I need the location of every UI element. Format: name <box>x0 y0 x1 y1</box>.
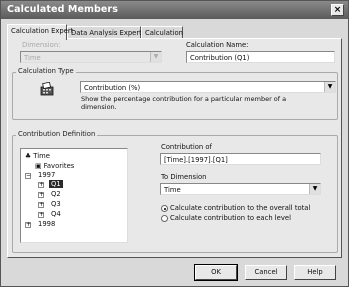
each-level-radio[interactable] <box>161 215 168 222</box>
calculation-type-value: Contribution (%) <box>84 84 141 92</box>
chevron-down-icon: ▼ <box>309 184 320 194</box>
tree-item-label: Time <box>33 152 50 160</box>
dialog-title: Calculated Members <box>7 4 118 15</box>
calculation-name-input[interactable]: Contribution (Q1) <box>186 51 335 63</box>
to-dimension-label: To Dimension <box>161 173 207 181</box>
close-button[interactable]: × <box>331 4 344 16</box>
tree-item-1998[interactable]: 1998 <box>38 220 55 228</box>
overall-total-radio[interactable] <box>161 205 168 212</box>
expand-icon[interactable]: + <box>38 182 44 188</box>
tree-item-label: Q1 <box>49 180 63 188</box>
tree-item-label: Favorites <box>43 162 75 170</box>
expand-icon[interactable]: + <box>38 192 44 198</box>
calculation-name-value: Contribution (Q1) <box>190 54 250 62</box>
expand-icon[interactable]: + <box>38 212 44 218</box>
to-dimension-value: Time <box>164 186 181 194</box>
tree-item-q1[interactable]: Q1 <box>49 180 63 188</box>
tree-item-label: 1998 <box>38 220 56 228</box>
chevron-down-icon: ▼ <box>324 82 335 92</box>
contribution-of-input[interactable]: [Time].[1997].[Q1] <box>160 153 321 165</box>
each-level-label: Calculate contribution to each level <box>170 214 291 222</box>
tab-calculation-expert[interactable]: Calculation Expert <box>7 24 73 40</box>
tree-item-label: Q3 <box>51 200 61 208</box>
folder-icon: ▣ <box>35 162 42 170</box>
calculation-type-description: Show the percentage contribution for a p… <box>81 95 287 111</box>
tree-item-label: Q4 <box>51 210 61 218</box>
tree-item-q3[interactable]: Q3 <box>51 200 61 208</box>
calculation-type-group-label: Calculation Type <box>16 67 76 75</box>
dimension-value: Time <box>24 54 41 62</box>
ok-button[interactable]: OK <box>194 264 238 281</box>
calculation-expert-panel: Dimension: Time ▼ Calculation Name: Cont… <box>7 38 342 258</box>
hierarchy-icon: ♣ <box>25 152 32 160</box>
dimension-dropdown[interactable]: Time ▼ <box>20 51 162 63</box>
expand-icon[interactable]: + <box>38 202 44 208</box>
tree-item-favorites[interactable]: ▣ Favorites <box>35 162 74 170</box>
tree-item-q2[interactable]: Q2 <box>51 190 61 198</box>
calculator-icon <box>40 81 56 96</box>
chevron-down-icon: ▼ <box>150 52 161 62</box>
calculation-name-label: Calculation Name: <box>186 41 249 49</box>
contribution-of-value: [Time].[1997].[Q1] <box>164 156 228 164</box>
expand-icon[interactable]: + <box>25 222 31 228</box>
contribution-of-label: Contribution of <box>161 143 212 151</box>
close-icon: × <box>333 5 342 15</box>
contribution-definition-group-label: Contribution Definition <box>16 130 98 138</box>
tree-item-label: Q2 <box>51 190 61 198</box>
title-bar: Calculated Members × <box>1 1 348 19</box>
tab-label: Calculation <box>145 29 183 37</box>
calculation-type-dropdown[interactable]: Contribution (%) ▼ <box>80 81 336 93</box>
tab-label: Calculation Expert <box>11 27 74 35</box>
to-dimension-dropdown[interactable]: Time ▼ <box>160 183 321 195</box>
overall-total-label: Calculate contribution to the overall to… <box>170 204 311 212</box>
dimension-tree[interactable]: ♣ Time ▣ Favorites − 1997 + Q1 + Q2 + Q3 <box>20 148 128 243</box>
calculated-members-dialog: Calculated Members × Calculation Expert … <box>0 0 349 287</box>
dimension-label: Dimension: <box>22 41 61 49</box>
tree-item-time[interactable]: ♣ Time <box>25 152 50 160</box>
tree-item-q4[interactable]: Q4 <box>51 210 61 218</box>
cancel-button[interactable]: Cancel <box>245 265 287 280</box>
tab-label: Data Analysis Expert <box>71 29 142 37</box>
tree-item-label: 1997 <box>38 171 56 179</box>
help-button[interactable]: Help <box>294 265 336 280</box>
collapse-icon[interactable]: − <box>25 173 31 179</box>
tree-item-1997[interactable]: 1997 <box>38 171 55 179</box>
